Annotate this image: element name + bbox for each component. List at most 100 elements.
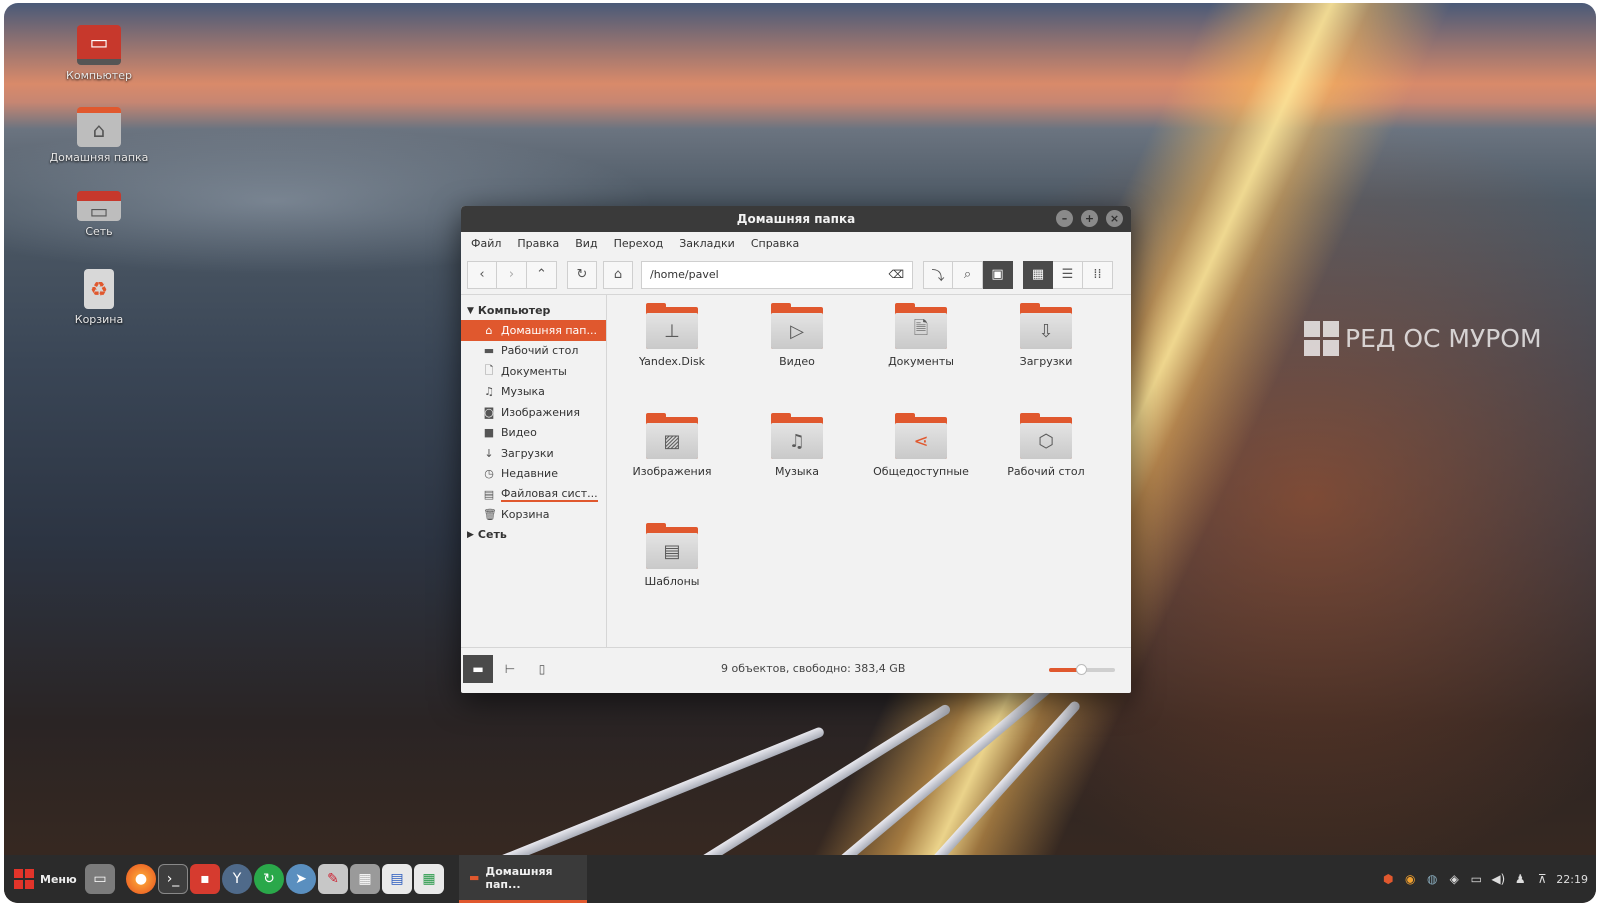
sidebar-section-computer[interactable]: ▼ Компьютер bbox=[461, 301, 606, 320]
image-preview-icon: ▣ bbox=[991, 267, 1004, 282]
menu-go[interactable]: Переход bbox=[614, 237, 664, 250]
address-text: /home/pavel bbox=[650, 268, 719, 281]
user-icon[interactable]: ♟ bbox=[1512, 871, 1528, 887]
telegram-icon[interactable]: ➤ bbox=[286, 864, 316, 894]
file-item-label: Yandex.Disk bbox=[638, 355, 706, 368]
menu-view[interactable]: Вид bbox=[575, 237, 597, 250]
menu-edit[interactable]: Правка bbox=[517, 237, 559, 250]
sidebar-item-trash[interactable]: 🗑 Корзина bbox=[461, 505, 606, 526]
back-icon: ‹ bbox=[479, 267, 485, 282]
file-item-label: Рабочий стол bbox=[1007, 465, 1085, 478]
start-menu-label: Меню bbox=[40, 872, 77, 886]
terminal-icon[interactable]: ›_ bbox=[158, 864, 188, 894]
icon-view-button[interactable]: ▦ bbox=[1023, 260, 1053, 289]
network-icon[interactable]: ⊼ bbox=[1534, 871, 1550, 887]
sidebar-item-desktop[interactable]: ▬ Рабочий стол bbox=[461, 341, 606, 362]
home-button[interactable]: ⌂ bbox=[603, 260, 633, 289]
trash-icon: ♻ bbox=[84, 269, 114, 309]
up-button[interactable]: ⌃ bbox=[527, 260, 557, 289]
yandex-browser-icon[interactable]: Y bbox=[222, 864, 252, 894]
expand-triangle-icon: ▼ bbox=[467, 305, 474, 316]
start-menu-button[interactable]: Меню bbox=[4, 869, 84, 889]
system-tray: ⬢ ◉ ◍ ◈ ▭ ◀) ♟ ⊼ 22:19 bbox=[1380, 871, 1596, 887]
zoom-slider-handle[interactable] bbox=[1075, 664, 1087, 675]
clock[interactable]: 22:19 bbox=[1556, 873, 1588, 886]
clock-icon: ◷ bbox=[484, 467, 494, 481]
templates-folder-icon: ▤ bbox=[646, 523, 698, 569]
trash-icon: 🗑 bbox=[483, 508, 497, 522]
vpn-icon[interactable]: ◍ bbox=[1424, 871, 1440, 887]
sidebar-item-home[interactable]: ⌂ Домашняя пап... bbox=[461, 320, 606, 341]
package-icon[interactable]: ⬢ bbox=[1380, 871, 1396, 887]
desktop-icon-trash[interactable]: ♻ Корзина bbox=[44, 269, 154, 326]
keyboard-layout-icon[interactable]: ▭ bbox=[1468, 871, 1484, 887]
file-item-desktop[interactable]: ⬡ Рабочий стол bbox=[986, 413, 1106, 478]
app-red-icon[interactable]: ▪ bbox=[190, 864, 220, 894]
minimize-icon[interactable]: – bbox=[1056, 210, 1073, 227]
paint-icon[interactable]: ✎ bbox=[318, 864, 348, 894]
list-view-button[interactable]: ☰ bbox=[1053, 260, 1083, 289]
desktop-icon-computer[interactable]: ▭ Компьютер bbox=[44, 25, 154, 82]
sidebar-item-downloads[interactable]: ↓ Загрузки bbox=[461, 443, 606, 464]
taskbar: Меню ▭ ● ›_ ▪ Y ↻ ➤ ✎ ▦ ▤ ▦ ▬ Домашняя п… bbox=[4, 855, 1596, 903]
sidebar-item-videos[interactable]: ■ Видео bbox=[461, 423, 606, 444]
camera-icon: ◙ bbox=[483, 405, 495, 419]
menu-file[interactable]: Файл bbox=[471, 237, 501, 250]
search-button[interactable]: ⌕ bbox=[953, 260, 983, 289]
desktop-icon-label: Домашняя папка bbox=[49, 151, 149, 164]
desktop-folder-icon: ⬡ bbox=[1020, 413, 1072, 459]
documents-folder-icon: 🗎 bbox=[895, 303, 947, 349]
taskbar-item-home-folder[interactable]: ▬ Домашняя пап... bbox=[459, 855, 587, 903]
show-places-button[interactable]: ▬ bbox=[463, 655, 493, 683]
window-titlebar[interactable]: Домашняя папка – + × bbox=[461, 206, 1131, 232]
collapse-triangle-icon: ▶ bbox=[467, 529, 474, 540]
sidebar-item-music[interactable]: ♫ Музыка bbox=[461, 382, 606, 403]
file-item-downloads[interactable]: ⇩ Загрузки bbox=[986, 303, 1106, 368]
menu-bookmarks[interactable]: Закладки bbox=[679, 237, 735, 250]
sidebar-item-pictures[interactable]: ◙ Изображения bbox=[461, 402, 606, 423]
update-icon[interactable]: ↻ bbox=[254, 864, 284, 894]
file-item-yandex-disk[interactable]: ⊥ Yandex.Disk bbox=[612, 303, 732, 368]
show-tree-button[interactable]: ⊢ bbox=[495, 655, 525, 683]
firefox-icon[interactable]: ● bbox=[126, 864, 156, 894]
desktop-icon-network[interactable]: ▭ Сеть bbox=[44, 191, 154, 238]
toolbar: ‹ › ⌃ ↻ ⌂ /home/pavel ⌫ ⤵ ⌕ ▣ ▦ ☰ ⁞⁞ bbox=[461, 255, 1131, 295]
toggle-location-button[interactable]: ⤵ bbox=[923, 260, 953, 289]
sidebar-item-filesystem[interactable]: ▤ Файловая сист... bbox=[461, 484, 606, 505]
reload-button[interactable]: ↻ bbox=[567, 260, 597, 289]
maximize-icon[interactable]: + bbox=[1081, 210, 1098, 227]
file-item-public[interactable]: ⋖ Общедоступные bbox=[861, 413, 981, 478]
calculator-icon[interactable]: ▦ bbox=[350, 864, 380, 894]
menu-help[interactable]: Справка bbox=[751, 237, 799, 250]
sidebar-section-network[interactable]: ▶ Сеть bbox=[461, 525, 606, 544]
address-bar[interactable]: /home/pavel ⌫ bbox=[641, 260, 913, 289]
file-item-music[interactable]: ♫ Музыка bbox=[737, 413, 857, 478]
desktop-icon-home[interactable]: ⌂ Домашняя папка bbox=[44, 107, 154, 164]
file-item-videos[interactable]: ▷ Видео bbox=[737, 303, 857, 368]
search-icon: ⌕ bbox=[963, 267, 972, 282]
forward-button[interactable]: › bbox=[497, 260, 527, 289]
back-button[interactable]: ‹ bbox=[467, 260, 497, 289]
calc-sheet-icon[interactable]: ▦ bbox=[414, 864, 444, 894]
up-icon: ⌃ bbox=[536, 267, 547, 282]
hide-sidebar-button[interactable]: ▯ bbox=[527, 655, 557, 683]
preview-button[interactable]: ▣ bbox=[983, 260, 1013, 289]
menu-bar: Файл Правка Вид Переход Закладки Справка bbox=[461, 232, 1131, 255]
sidebar-item-recent[interactable]: ◷ Недавние bbox=[461, 464, 606, 485]
show-desktop-icon[interactable]: ▭ bbox=[85, 864, 115, 894]
sidebar-item-documents[interactable]: 🗋 Документы bbox=[461, 361, 606, 382]
sidebar-item-label: Загрузки bbox=[501, 446, 554, 460]
clear-address-icon[interactable]: ⌫ bbox=[888, 268, 904, 281]
close-icon[interactable]: × bbox=[1106, 210, 1123, 227]
compact-view-button[interactable]: ⁞⁞ bbox=[1083, 260, 1113, 289]
file-item-templates[interactable]: ▤ Шаблоны bbox=[612, 523, 732, 588]
sidebar-section-label: Сеть bbox=[477, 528, 507, 541]
file-item-pictures[interactable]: ▨ Изображения bbox=[612, 413, 732, 478]
writer-icon[interactable]: ▤ bbox=[382, 864, 412, 894]
zoom-slider[interactable] bbox=[1049, 664, 1115, 675]
volume-icon[interactable]: ◀) bbox=[1490, 871, 1506, 887]
file-item-documents[interactable]: 🗎 Документы bbox=[861, 303, 981, 368]
downloads-folder-icon: ⇩ bbox=[1020, 303, 1072, 349]
updates-icon[interactable]: ◉ bbox=[1402, 871, 1418, 887]
eye-icon[interactable]: ◈ bbox=[1446, 871, 1462, 887]
